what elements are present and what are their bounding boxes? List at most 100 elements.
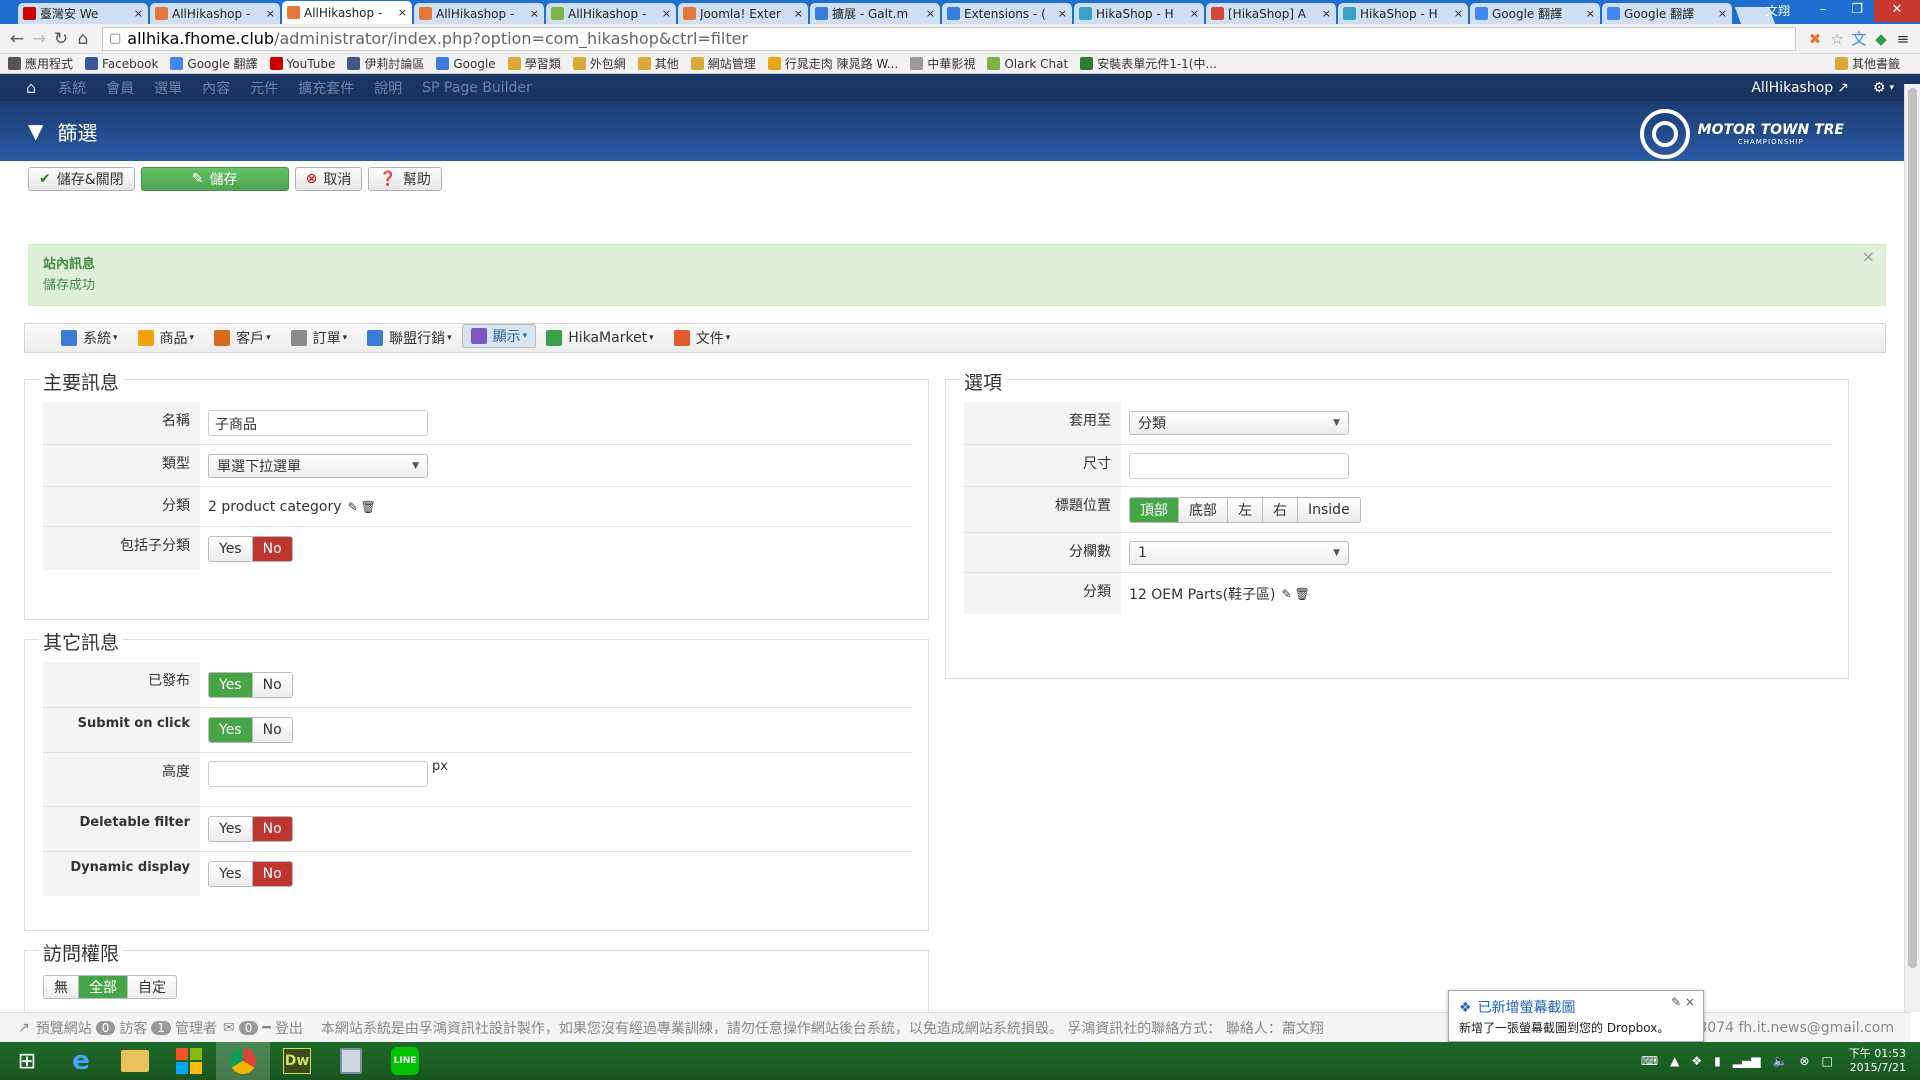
tab-close-icon[interactable]: × [926, 7, 935, 20]
browser-tab[interactable]: AllHikashop - × [150, 3, 280, 24]
bookmark-item[interactable]: 網站管理 [690, 55, 756, 72]
clock[interactable]: 下午 01:53 2015/7/21 [1849, 1047, 1906, 1075]
browser-tab[interactable]: 臺灣安 We × [18, 3, 148, 24]
title-position-left[interactable]: 左 [1227, 497, 1262, 522]
admin-menu-components[interactable]: 元件 [250, 78, 278, 98]
taskbar-ie[interactable]: e [54, 1042, 108, 1080]
signal-icon[interactable]: ▂▄▆ [1733, 1054, 1761, 1068]
bookmark-item[interactable]: Google [436, 57, 496, 71]
columns-select[interactable]: 1 ▼ [1129, 540, 1349, 565]
name-input[interactable]: 子商品 [208, 410, 428, 436]
save-button[interactable]: ✎ 儲存 [140, 167, 289, 191]
tab-close-icon[interactable]: × [1454, 7, 1463, 20]
save-close-button[interactable]: ✔ 儲存&關閉 [28, 167, 135, 191]
hika-menu-item[interactable]: 客戶 ▾ [204, 324, 281, 352]
taskbar-calculator[interactable] [324, 1042, 378, 1080]
no-option[interactable]: No [251, 672, 292, 697]
hika-menu-item[interactable]: 訂單 ▾ [281, 324, 358, 352]
no-option[interactable]: No [251, 718, 292, 742]
dropbox-notification[interactable]: ❖ 已新增螢幕截圖 新增了一張螢幕截圖到您的 Dropbox。 ✎ × [1448, 990, 1704, 1042]
admin-menu-extensions[interactable]: 擴充套件 [298, 78, 354, 98]
browser-tab[interactable]: AllHikashop - × [282, 1, 412, 24]
bookmark-item[interactable]: YouTube [269, 57, 335, 71]
keyboard-icon[interactable]: ⌨ [1641, 1054, 1658, 1068]
hika-menu-item[interactable]: 商品 ▾ [128, 324, 205, 352]
close-icon[interactable]: × [1862, 247, 1875, 266]
bookmark-item[interactable]: 其他 [637, 55, 679, 72]
bookmark-item[interactable]: 學習類 [507, 55, 561, 72]
browser-tab[interactable]: AllHikashop - × [414, 3, 544, 24]
browser-tab[interactable]: HikaShop - H × [1338, 3, 1468, 24]
tab-close-icon[interactable]: × [1586, 7, 1595, 20]
tray-expand-icon[interactable]: ▲ [1670, 1054, 1679, 1068]
browser-tab[interactable]: Google 翻譯 × [1470, 3, 1600, 24]
browser-tab[interactable]: 擴展 - Galt.m × [810, 3, 940, 24]
bookmark-item[interactable]: 外包網 [572, 55, 626, 72]
tab-close-icon[interactable]: × [1322, 7, 1331, 20]
browser-tab[interactable]: Google 翻譯 × [1602, 3, 1732, 24]
help-button[interactable]: ❓ 幫助 [368, 167, 442, 191]
yes-option[interactable]: Yes [209, 672, 252, 697]
type-select[interactable]: 單選下拉選單 ▼ [208, 453, 428, 478]
bookmark-item[interactable]: 應用程式 [8, 55, 73, 72]
trash-icon[interactable]: 🗑 [1295, 587, 1310, 601]
bookmark-item[interactable]: 安裝表單元件1-1(中... [1080, 55, 1217, 72]
translate-extension-icon[interactable]: 文 [1848, 28, 1870, 49]
no-option[interactable]: No [251, 817, 292, 841]
joomla-extension-icon[interactable]: ✖ [1804, 30, 1826, 48]
browser-tab[interactable]: [HikaShop] A × [1206, 3, 1336, 24]
access-toggle[interactable]: 無 全部 自定 [43, 975, 177, 999]
extension-icon[interactable]: ◆ [1870, 30, 1892, 48]
submit-on-click-toggle[interactable]: Yes No [208, 717, 293, 743]
forward-icon[interactable]: → [28, 29, 50, 49]
hika-menu-item[interactable]: HikaMarket ▾ [536, 324, 664, 352]
bookmark-item[interactable]: Facebook [85, 57, 158, 71]
tab-close-icon[interactable]: × [794, 7, 803, 20]
taskbar-store[interactable] [162, 1042, 216, 1080]
tab-close-icon[interactable]: × [530, 7, 539, 20]
deletable-filter-toggle[interactable]: Yes No [208, 816, 293, 842]
bookmark-star-icon[interactable]: ☆ [1826, 30, 1848, 48]
admin-menu-content[interactable]: 內容 [202, 78, 230, 98]
title-position-toggle[interactable]: 頂部 底部 左 右 Inside [1129, 496, 1361, 523]
address-bar[interactable]: ▢ allhika.fhome.club/administrator/index… [102, 26, 1796, 51]
bookmark-item[interactable]: Olark Chat [987, 57, 1068, 71]
taskbar-dreamweaver[interactable]: Dw [270, 1042, 324, 1080]
reload-icon[interactable]: ↻ [50, 29, 72, 49]
title-position-inside[interactable]: Inside [1297, 497, 1360, 522]
tab-close-icon[interactable]: × [134, 7, 143, 20]
preview-site-link[interactable]: 預覽網站 [36, 1018, 92, 1038]
profile-name[interactable]: 文翔 [1766, 2, 1790, 19]
browser-tab[interactable]: AllHikashop - × [546, 3, 676, 24]
bookmark-item[interactable]: 中華影視 [910, 55, 975, 72]
minimize-icon[interactable]: – [1806, 0, 1840, 22]
maximize-icon[interactable]: ❐ [1840, 0, 1874, 22]
battery-icon[interactable]: ▮ [1714, 1054, 1721, 1068]
access-none-option[interactable]: 無 [44, 976, 78, 998]
apply-to-select[interactable]: 分類 ▼ [1129, 411, 1349, 435]
yes-option[interactable]: Yes [209, 817, 252, 841]
title-position-right[interactable]: 右 [1262, 497, 1297, 522]
no-option[interactable]: No [251, 862, 292, 886]
close-icon[interactable]: ✕ [1874, 0, 1920, 22]
tab-close-icon[interactable]: × [1058, 7, 1067, 20]
notification-icon[interactable]: ⊗ [1799, 1054, 1809, 1068]
admin-menu-sp-page-builder[interactable]: SP Page Builder [422, 80, 532, 96]
height-input[interactable] [208, 761, 428, 787]
close-icon[interactable]: ✎ × [1671, 995, 1695, 1009]
gear-icon[interactable]: ⚙ [1873, 80, 1886, 96]
access-custom-option[interactable]: 自定 [127, 976, 176, 998]
pencil-icon[interactable]: ✎ [1282, 587, 1292, 601]
hika-menu-item[interactable]: 顯示 ▾ [461, 324, 537, 348]
scrollbar-thumb[interactable] [1908, 88, 1917, 968]
taskbar-chrome[interactable] [216, 1042, 270, 1080]
tab-close-icon[interactable]: × [1718, 7, 1727, 20]
back-icon[interactable]: ← [6, 29, 28, 49]
bookmark-item[interactable]: 伊莉討論區 [347, 55, 424, 72]
hika-menu-item[interactable]: 文件 ▾ [664, 324, 741, 352]
title-position-bottom[interactable]: 底部 [1178, 497, 1227, 522]
bookmark-item[interactable]: Google 翻譯 [170, 55, 258, 72]
taskbar-explorer[interactable] [108, 1042, 162, 1080]
volume-icon[interactable]: 🔈 [1772, 1054, 1787, 1068]
tab-close-icon[interactable]: × [266, 7, 275, 20]
